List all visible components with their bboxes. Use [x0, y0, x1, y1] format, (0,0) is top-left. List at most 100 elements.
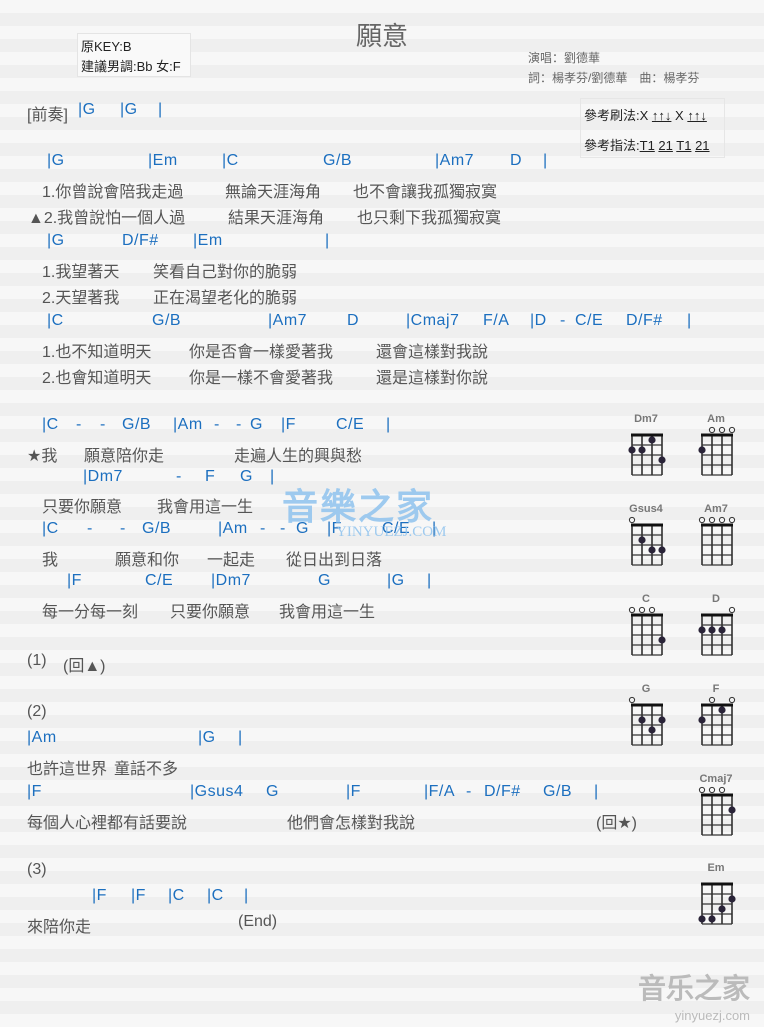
chord-token: F/A	[483, 312, 510, 329]
chord-token: -	[560, 312, 566, 329]
credits: 詞：楊孝芬/劉德華 曲：楊孝芬	[528, 71, 700, 85]
chord-token: |	[270, 468, 275, 485]
chord-token: |C	[42, 416, 59, 433]
chord-token: |G	[120, 101, 138, 118]
chord-token: |F	[27, 783, 42, 800]
lyric-segment: 從日出到日落	[286, 552, 383, 569]
chord-token: D/F#	[484, 783, 521, 800]
finger-dot	[628, 446, 636, 454]
finger-dot	[638, 446, 646, 454]
chord-token: |Gsus4	[190, 783, 244, 800]
open-string-icon	[708, 426, 716, 434]
lyric-segment: 願意陪你走	[84, 448, 165, 465]
chord-diagram-f	[698, 696, 736, 746]
chord-token: |G	[47, 152, 65, 169]
chord-token: D/F#	[122, 232, 159, 249]
open-string-icon	[708, 786, 716, 794]
corner-watermark: 音乐之家 yinyuezj.com	[637, 973, 750, 1023]
chord-token: |	[244, 887, 249, 904]
open-string-icon	[698, 786, 706, 794]
open-string-icon	[728, 516, 736, 524]
lyric-segment: 笑看自己對你的脆弱	[153, 264, 298, 281]
chord-diagram-name: Am7	[704, 503, 728, 515]
chord-diagram-cmaj7	[698, 786, 736, 836]
finger-dot	[648, 726, 656, 734]
lyric-segment: 我會用這一生	[157, 499, 254, 516]
lyric-segment: 2.天望著我	[42, 290, 120, 307]
chord-diagram-name: G	[641, 683, 651, 695]
lyric-segment: 還會這樣對我說	[376, 344, 489, 361]
chord-token: |Em	[193, 232, 223, 249]
chord-token: -	[214, 416, 220, 433]
chord-diagram-name: Gsus4	[629, 503, 663, 515]
lyric-segment: (回★)	[596, 815, 638, 832]
lyric-segment: (回▲)	[63, 658, 106, 675]
chord-token: |G	[387, 572, 405, 589]
finger-dot	[718, 905, 726, 913]
pattern-box: 參考刷法:X ↑↑↓ X ↑↑↓ 參考指法:T1 21 T1 21	[580, 98, 725, 158]
chord-token: F	[205, 468, 216, 485]
lyric-segment: [前奏]	[27, 107, 68, 124]
open-string-icon	[648, 606, 656, 614]
open-string-icon	[628, 606, 636, 614]
chord-token: -	[176, 468, 182, 485]
lyric-segment: 他們會怎樣對我說	[287, 815, 416, 832]
chord-token: |Am	[27, 729, 57, 746]
lyric-segment: 我會用這一生	[279, 604, 376, 621]
chord-token: -	[236, 416, 242, 433]
chord-diagram-name: Cmaj7	[699, 773, 733, 785]
chord-token: |Am	[218, 520, 248, 537]
chord-diagram-em	[698, 882, 736, 925]
lyric-segment: 願意和你	[115, 552, 180, 569]
chord-token: -	[260, 520, 266, 537]
open-string-icon	[708, 696, 716, 704]
chord-token: -	[87, 520, 93, 537]
chord-token: -	[76, 416, 82, 433]
chord-diagram-name: Am	[707, 413, 725, 425]
lyric-segment: 1.你曾說會陪我走過	[42, 184, 184, 201]
lyric-segment: 1.我望著天	[42, 264, 120, 281]
suggested-key: 建議男調:Bb 女:F	[81, 59, 181, 74]
chord-token: |D	[530, 312, 547, 329]
finger-dot	[658, 716, 666, 724]
chord-diagram-name: D	[712, 593, 720, 605]
chord-diagram-name: Dm7	[634, 413, 658, 425]
lyric-segment: (1)	[27, 652, 47, 669]
chord-token: |C	[42, 520, 59, 537]
chord-token: |F	[67, 572, 82, 589]
lyric-segment: 每一分每一刻	[42, 604, 139, 621]
open-string-icon	[628, 516, 636, 524]
chord-diagram-name: C	[642, 593, 650, 605]
finger-dot	[698, 915, 706, 923]
original-key: 原KEY:B	[81, 39, 132, 54]
lyric-segment: (3)	[27, 861, 47, 878]
lyric-segment: 來陪你走	[27, 919, 92, 936]
open-string-icon	[728, 426, 736, 434]
lyric-segment: 結果天涯海角	[228, 210, 325, 227]
chord-token: -	[120, 520, 126, 537]
chord-token: |	[238, 729, 243, 746]
lyric-segment: 你是一樣不會愛著我	[189, 370, 334, 387]
chord-token: G	[250, 416, 263, 433]
lyric-segment: 走遍人生的興與愁	[234, 448, 363, 465]
chord-token: G/B	[152, 312, 182, 329]
lyric-segment: (End)	[238, 913, 278, 930]
chord-token: |Em	[148, 152, 178, 169]
finger-dot	[698, 446, 706, 454]
finger-dot	[638, 536, 646, 544]
chord-token: |C	[207, 887, 224, 904]
open-string-icon	[718, 786, 726, 794]
chord-token: |F	[281, 416, 296, 433]
lyric-segment: 1.也不知道明天	[42, 344, 152, 361]
finger-dot	[698, 716, 706, 724]
chord-diagram-gsus4	[628, 516, 666, 566]
finger-dot	[658, 546, 666, 554]
chord-token: G/B	[543, 783, 573, 800]
finger-dot	[718, 706, 726, 714]
chord-token: |	[386, 416, 391, 433]
chord-diagram-name: F	[712, 683, 720, 695]
chord-token: |Am	[173, 416, 203, 433]
finger-dot	[698, 626, 706, 634]
chord-token: -	[100, 416, 106, 433]
lyric-segment: 2.也會知道明天	[42, 370, 152, 387]
